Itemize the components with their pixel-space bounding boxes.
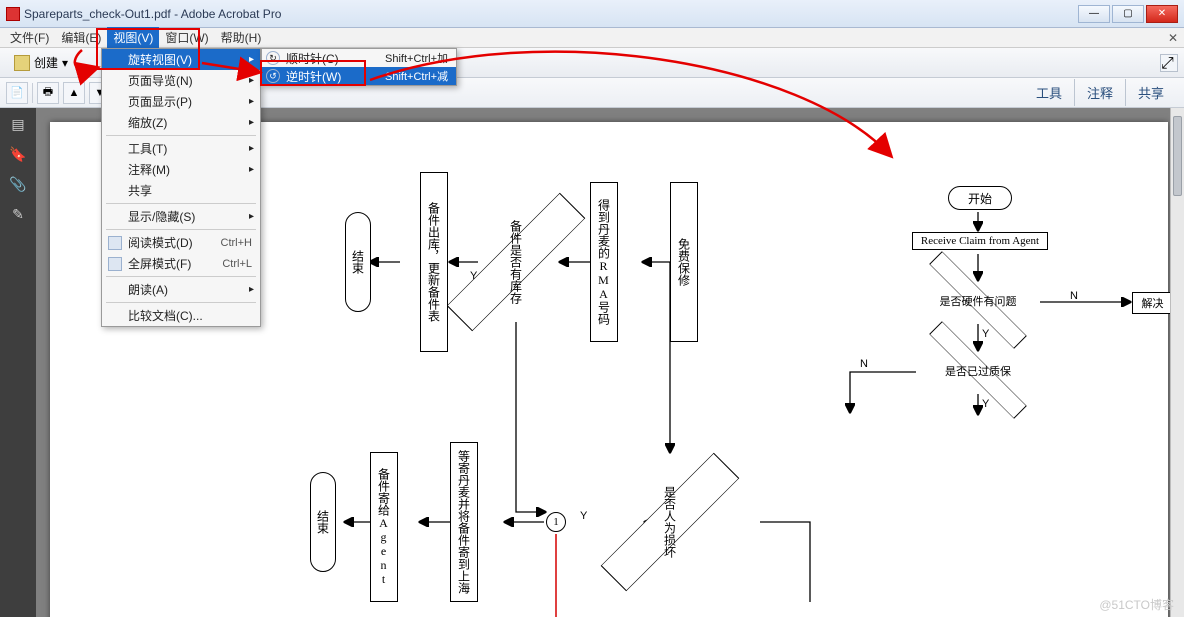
menu-rotate-view[interactable]: 旋转视图(V) ▸ [102,49,260,70]
flow-receive: Receive Claim from Agent [912,232,1048,250]
menubar: 文件(F) 编辑(E) 视图(V) 窗口(W) 帮助(H) ✕ [0,28,1184,48]
maximize-button[interactable]: ▢ [1112,5,1144,23]
flow-out-update: 备件出库，更新备件表 [420,172,448,352]
minimize-button[interactable]: — [1078,5,1110,23]
flow-label-y2: Y [580,510,587,522]
flow-label-y1: Y [470,270,477,282]
prev-page-button[interactable]: ▲ [63,82,85,104]
pdf-icon [6,7,20,21]
menu-edit[interactable]: 编辑(E) [55,27,107,48]
create-label: 创建 [34,54,58,71]
counterclockwise-icon: ↺ [266,69,280,83]
flow-end1: 结束 [345,212,371,312]
view-menu-dropdown: 旋转视图(V) ▸ 页面导览(N)▸ 页面显示(P)▸ 缩放(Z)▸ 工具(T)▸… [101,48,261,327]
menu-page-nav[interactable]: 页面导览(N)▸ [102,70,260,91]
read-mode-icon [108,236,122,250]
flow-human-damage-label: 是否人为损坏 [640,442,700,602]
flow-is-warranty: 是否已过质保 [918,350,1038,392]
close-button[interactable]: ✕ [1146,5,1178,23]
left-sidebar: ▤ 🔖 📎 ✎ [0,108,36,617]
flow-connector-1: 1 [546,512,566,532]
flow-has-stock-label: 备件是否有库存 [486,182,546,342]
menu-file[interactable]: 文件(F) [4,27,55,48]
flow-end2: 结束 [310,472,336,572]
menu-rotate-view-label: 旋转视图(V) [128,51,192,68]
clockwise-icon: ↻ [266,51,280,65]
bookmarks-panel-icon[interactable]: 🔖 [8,144,28,164]
flow-wait-ship: 等寄丹麦并将备件寄到上海 [450,442,478,602]
flow-start: 开始 [948,186,1012,210]
submenu-clockwise[interactable]: ↻顺时针(C)Shift+Ctrl+加 [262,49,456,67]
flow-has-stock: 备件是否有库存 [486,182,546,342]
flow-is-warranty-label: 是否已过质保 [918,350,1038,392]
watermark: @51CTO博客 [1099,596,1174,613]
chevron-down-icon: ▾ [62,56,68,70]
create-button[interactable]: 创建 ▾ [6,52,76,73]
menu-comment[interactable]: 注释(M)▸ [102,159,260,180]
menu-window[interactable]: 窗口(W) [159,27,214,48]
flow-human-damage: 是否人为损坏 [640,442,700,602]
menu-read-aloud[interactable]: 朗读(A)▸ [102,279,260,300]
expand-toolbar-button[interactable]: ⤢ [1160,54,1178,72]
signatures-panel-icon[interactable]: ✎ [8,204,28,224]
menu-tools[interactable]: 工具(T)▸ [102,138,260,159]
flow-label-y4: Y [982,398,989,410]
flow-is-hw: 是否硬件有问题 [918,280,1038,322]
print-icon[interactable]: 🖶 [37,82,59,104]
flow-label-n1: N [1070,290,1078,302]
menu-read-mode[interactable]: 阅读模式(D)Ctrl+H [102,232,260,253]
menu-help[interactable]: 帮助(H) [215,27,268,48]
menu-compare[interactable]: 比较文档(C)... [102,305,260,326]
flow-resolve: 解决 [1132,292,1172,314]
menu-zoom[interactable]: 缩放(Z)▸ [102,112,260,133]
create-icon [14,55,30,71]
submenu-counterclockwise[interactable]: ↺逆时针(W)Shift+Ctrl+减 [262,67,456,85]
open-icon[interactable]: 📄 [6,82,28,104]
pages-panel-icon[interactable]: ▤ [8,114,28,134]
rotate-submenu: ↻顺时针(C)Shift+Ctrl+加 ↺逆时针(W)Shift+Ctrl+减 [261,48,457,86]
scrollbar-thumb[interactable] [1173,116,1182,196]
tab-tools[interactable]: 工具 [1024,79,1074,106]
flow-send-agent: 备件寄给Agent [370,452,398,602]
full-screen-icon [108,257,122,271]
vertical-scrollbar[interactable] [1170,108,1184,617]
menu-view[interactable]: 视图(V) [107,27,159,48]
flow-label-y3: Y [982,328,989,340]
menu-page-display[interactable]: 页面显示(P)▸ [102,91,260,112]
tab-comment[interactable]: 注释 [1074,79,1125,106]
window-title: Spareparts_check-Out1.pdf - Adobe Acroba… [24,7,281,21]
menu-share[interactable]: 共享 [102,180,260,201]
flow-label-n2: N [860,358,868,370]
tab-share[interactable]: 共享 [1125,79,1176,106]
submenu-arrow-icon: ▸ [249,54,254,65]
menubar-close-icon[interactable]: ✕ [1168,31,1178,45]
flow-get-rma: 得到丹麦的RMA号码 [590,182,618,342]
menu-show-hide[interactable]: 显示/隐藏(S)▸ [102,206,260,227]
flow-is-hw-label: 是否硬件有问题 [918,280,1038,322]
titlebar: Spareparts_check-Out1.pdf - Adobe Acroba… [0,0,1184,28]
menu-full-screen[interactable]: 全屏模式(F)Ctrl+L [102,253,260,274]
flow-free-repair: 免费保修 [670,182,698,342]
attachments-panel-icon[interactable]: 📎 [8,174,28,194]
